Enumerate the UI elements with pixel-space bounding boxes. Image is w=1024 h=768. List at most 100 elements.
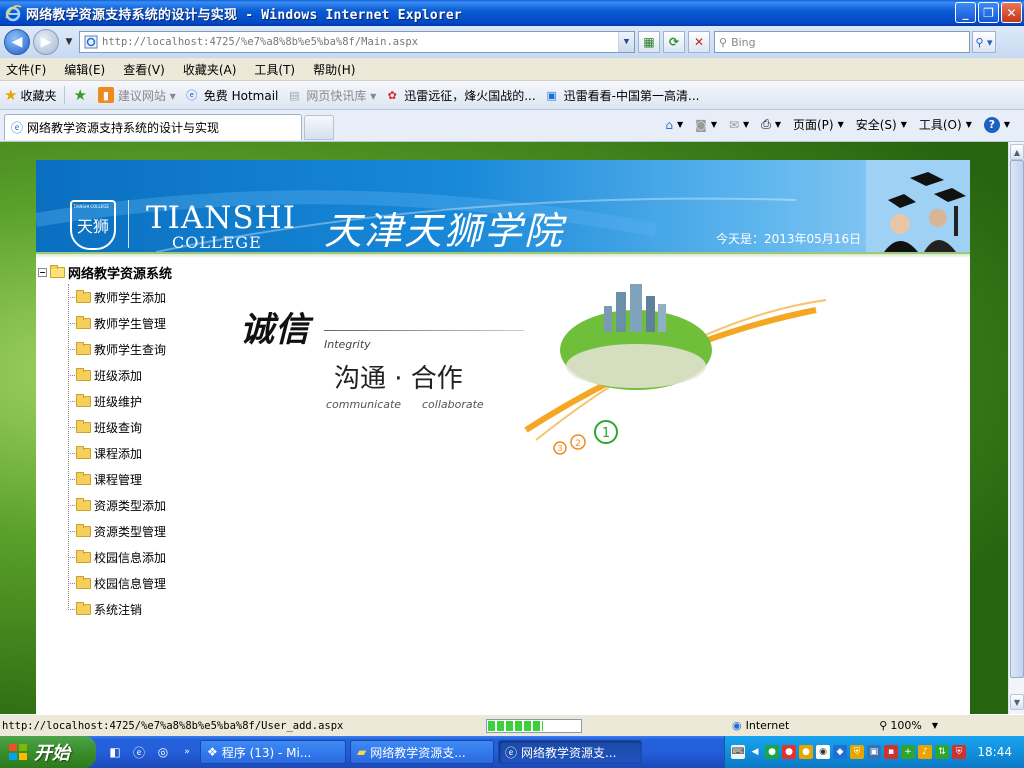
add-favorite-icon[interactable]: ★	[73, 86, 86, 104]
minimize-button[interactable]: _	[955, 2, 976, 23]
tree-root-label: 网络教学资源系统	[68, 266, 173, 282]
taskbar-ie-window[interactable]: ⓔ 网络教学资源支...	[498, 740, 642, 764]
scroll-down-button[interactable]: ▼	[1010, 694, 1024, 710]
banner-title-en2: COLLEGE	[172, 233, 262, 252]
taskbar-folder-window[interactable]: ▰ 网络教学资源支...	[350, 740, 494, 764]
tree-item-logout[interactable]: 系统注销	[64, 596, 198, 622]
tray-app-icon[interactable]: ◆	[833, 745, 847, 759]
tab-main[interactable]: ⓔ 网络教学资源支持系统的设计与实现	[4, 114, 302, 140]
tray-app-icon[interactable]: ●	[799, 745, 813, 759]
tray-app-icon[interactable]: +	[901, 745, 915, 759]
tree-item-add-resource-type[interactable]: 资源类型添加	[64, 492, 198, 518]
favorites-button[interactable]: ★ 收藏夹	[4, 86, 66, 104]
banner-title-en1: TIANSHI	[146, 200, 296, 236]
tree-root[interactable]: − 网络教学资源系统	[38, 262, 198, 282]
address-url: http://localhost:4725/%e7%a8%8b%e5%ba%8f…	[102, 36, 419, 48]
tree-item-label: 课程管理	[94, 472, 143, 487]
show-desktop-icon[interactable]: ◧	[106, 743, 124, 761]
fav-link-xunlei-kankan[interactable]: ▣ 迅雷看看-中国第一高清...	[544, 87, 699, 104]
page-menu[interactable]: 页面(P) ▼	[793, 116, 844, 133]
media-icon[interactable]: ◎	[154, 743, 172, 761]
forward-button[interactable]: ▶	[33, 29, 59, 55]
ie-page-icon: ⓔ	[11, 121, 24, 135]
tray-app-icon[interactable]: ●	[765, 745, 779, 759]
tray-shield-icon[interactable]: ⛨	[850, 745, 864, 759]
tree-item-label: 系统注销	[94, 602, 143, 617]
tray-arrow-icon[interactable]: ◀	[748, 745, 762, 759]
tree-item-add-course[interactable]: 课程添加	[64, 440, 198, 466]
mail-button[interactable]: ✉ ▼	[729, 118, 749, 132]
mail-icon: ✉	[728, 117, 740, 132]
menu-edit[interactable]: 编辑(E)	[64, 61, 105, 78]
status-bar: http://localhost:4725/%e7%a8%8b%e5%ba%8f…	[0, 714, 1024, 736]
tree-item-manage-resource-type[interactable]: 资源类型管理	[64, 518, 198, 544]
chevron-right-icon[interactable]: »	[178, 743, 196, 761]
address-input[interactable]: http://localhost:4725/%e7%a8%8b%e5%ba%8f…	[79, 31, 635, 53]
tray-app-icon[interactable]: ◉	[816, 745, 830, 759]
home-icon: ⌂	[665, 117, 674, 132]
safety-menu[interactable]: 安全(S) ▼	[856, 116, 907, 133]
taskbar-program-group[interactable]: ❖ 程序 (13) - Mi...	[200, 740, 346, 764]
ie-page-icon: ⓔ	[186, 89, 198, 102]
security-zone-label: Internet	[745, 719, 790, 732]
tree-item-add-class[interactable]: 班级添加	[64, 362, 198, 388]
security-zone[interactable]: ◉ Internet	[732, 719, 789, 732]
collapse-icon[interactable]: −	[38, 267, 47, 277]
fav-link-web-slice[interactable]: ▤ 网页快讯库 ▾	[286, 87, 376, 104]
start-label: 开始	[34, 743, 70, 764]
tree-item-add-teacher-student[interactable]: 教师学生添加	[64, 284, 198, 310]
maximize-button[interactable]: ❐	[978, 2, 999, 23]
tray-keyboard-icon[interactable]: ⌨	[731, 745, 745, 759]
folder-icon	[76, 393, 91, 407]
fav-link-suggested-sites[interactable]: ▮ 建议网站 ▾	[97, 87, 176, 104]
search-go-button[interactable]: ⚲ ▾	[972, 31, 996, 53]
tray-network-icon[interactable]: ⇅	[935, 745, 949, 759]
printer-icon: ⎙	[761, 117, 771, 131]
tray-app-icon[interactable]: ▪	[884, 745, 898, 759]
compatibility-view-button[interactable]: ▦	[638, 31, 660, 53]
tray-app-icon[interactable]: ●	[782, 745, 796, 759]
close-button[interactable]: ✕	[1001, 2, 1022, 23]
tools-menu[interactable]: 工具(O) ▼	[919, 116, 972, 133]
history-dropdown[interactable]: ▼	[63, 37, 75, 47]
fav-link-label: 网页快讯库 ▾	[306, 88, 377, 103]
menu-view[interactable]: 查看(V)	[123, 61, 165, 78]
help-menu[interactable]: ? ▼	[983, 116, 1010, 133]
stop-button[interactable]: ✕	[688, 31, 710, 53]
fav-link-label: 迅雷远征，烽火国战的...	[404, 88, 536, 103]
new-tab-button[interactable]	[304, 115, 334, 140]
menu-favorites[interactable]: 收藏夹(A)	[183, 61, 237, 78]
home-button[interactable]: ⌂ ▼	[665, 118, 683, 132]
tree-item-manage-campus-info[interactable]: 校园信息管理	[64, 570, 198, 596]
ie-quicklaunch-icon[interactable]: ⓔ	[130, 743, 148, 761]
tray-app-icon[interactable]: ▣	[867, 745, 881, 759]
fav-link-xunlei[interactable]: ✿ 迅雷远征，烽火国战的...	[384, 87, 536, 104]
feeds-button[interactable]: ◙ ▼	[695, 118, 717, 132]
print-button[interactable]: ⎙ ▼	[761, 117, 781, 132]
scroll-up-button[interactable]: ▲	[1010, 144, 1024, 160]
tree-item-maintain-class[interactable]: 班级维护	[64, 388, 198, 414]
menu-file[interactable]: 文件(F)	[6, 61, 46, 78]
tree-item-manage-teacher-student[interactable]: 教师学生管理	[64, 310, 198, 336]
fav-link-hotmail[interactable]: ⓔ 免费 Hotmail	[184, 87, 278, 104]
web-slice-icon: ▤	[289, 88, 300, 102]
tree-item-manage-course[interactable]: 课程管理	[64, 466, 198, 492]
tree-item-query-teacher-student[interactable]: 教师学生查询	[64, 336, 198, 362]
tray-volume-icon[interactable]: ♪	[918, 745, 932, 759]
zoom-control[interactable]: ⚲ 100% ▼	[879, 719, 938, 732]
refresh-button[interactable]: ⟳	[663, 31, 685, 53]
scroll-thumb[interactable]	[1010, 160, 1024, 678]
tree-item-add-campus-info[interactable]: 校园信息添加	[64, 544, 198, 570]
tray-security-icon[interactable]: ⛨	[952, 745, 966, 759]
search-input[interactable]: ⚲ Bing	[714, 31, 970, 53]
xunlei-icon: ✿	[387, 88, 397, 102]
start-button[interactable]: 开始	[0, 736, 96, 768]
vertical-scrollbar[interactable]: ▲ ▼	[1008, 142, 1024, 714]
menu-help[interactable]: 帮助(H)	[313, 61, 355, 78]
tree-item-query-class[interactable]: 班级查询	[64, 414, 198, 440]
menu-tools[interactable]: 工具(T)	[254, 61, 295, 78]
ie-page-icon: ⓔ	[505, 745, 518, 760]
address-dropdown-button[interactable]: ▼	[618, 32, 634, 52]
back-button[interactable]: ◀	[4, 29, 30, 55]
window-titlebar[interactable]: 网络教学资源支持系统的设计与实现 - Windows Internet Expl…	[0, 0, 1024, 26]
